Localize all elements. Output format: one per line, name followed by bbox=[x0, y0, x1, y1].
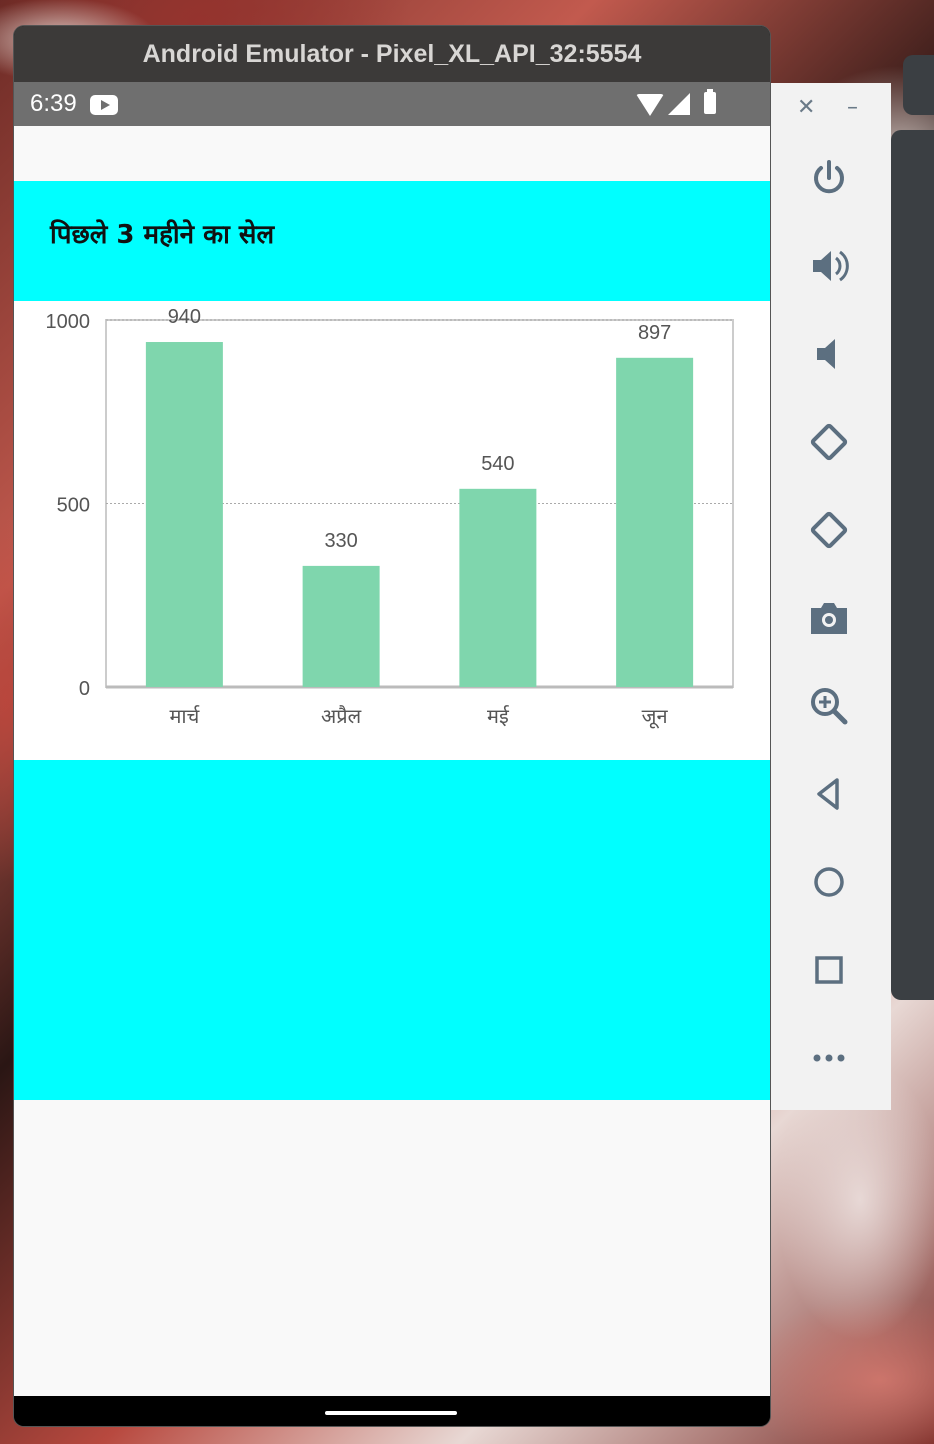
y-tick-label: 500 bbox=[57, 495, 90, 517]
background-window-edge bbox=[903, 55, 934, 115]
zoom-button[interactable] bbox=[801, 678, 857, 734]
emulator-side-toolbar: ✕ – bbox=[771, 83, 891, 1110]
more-button[interactable] bbox=[801, 1030, 857, 1086]
bar bbox=[302, 565, 380, 687]
back-button[interactable] bbox=[801, 766, 857, 822]
app-screen: पिछले 3 महीने का सेल 0 500 1000 940 मार्च 330… bbox=[14, 126, 770, 1396]
data-label: 940 bbox=[168, 306, 201, 328]
bar-chart-svg: 0 500 1000 940 मार्च 330 अप्रैल 540 मई 897 जून bbox=[46, 306, 734, 729]
x-tick-label: जून bbox=[642, 704, 669, 729]
window-title: Android Emulator - Pixel_XL_API_32:5554 bbox=[142, 39, 642, 68]
sales-chart: 0 500 1000 940 मार्च 330 अप्रैल 540 मई 897 जून bbox=[14, 301, 770, 760]
home-gesture-handle[interactable] bbox=[325, 1411, 457, 1415]
back-icon bbox=[817, 778, 839, 810]
home-button[interactable] bbox=[801, 854, 857, 910]
signal-icon bbox=[668, 93, 690, 115]
camera-icon bbox=[811, 603, 847, 634]
x-tick-label: मार्च bbox=[169, 704, 200, 728]
screenshot-button[interactable] bbox=[801, 590, 857, 646]
emulator-window: Android Emulator - Pixel_XL_API_32:5554 … bbox=[14, 26, 770, 1426]
volume-up-icon bbox=[813, 250, 849, 282]
zoom-icon bbox=[811, 688, 848, 725]
more-icon bbox=[813, 1054, 845, 1062]
youtube-icon bbox=[90, 95, 118, 115]
power-icon bbox=[814, 160, 844, 194]
window-title-bar[interactable]: Android Emulator - Pixel_XL_API_32:5554 bbox=[14, 26, 770, 82]
power-button[interactable] bbox=[801, 150, 857, 206]
status-time: 6:39 bbox=[30, 90, 77, 117]
background-window-panel bbox=[891, 130, 934, 1000]
bar bbox=[459, 488, 537, 687]
overview-button[interactable] bbox=[801, 942, 857, 998]
bar bbox=[145, 342, 223, 687]
battery-icon bbox=[704, 89, 716, 114]
volume-down-icon bbox=[817, 339, 835, 369]
x-tick-label: मई bbox=[487, 704, 510, 728]
y-tick-label: 1000 bbox=[46, 311, 91, 333]
rotate-right-icon bbox=[810, 511, 848, 549]
bar bbox=[616, 357, 694, 687]
page-title: पिछले 3 महीने का सेल bbox=[50, 220, 275, 250]
y-tick-label: 0 bbox=[79, 678, 90, 700]
bottom-band bbox=[14, 760, 770, 1100]
rotate-right-button[interactable] bbox=[801, 502, 857, 558]
volume-up-button[interactable] bbox=[801, 238, 857, 294]
data-label: 540 bbox=[481, 453, 514, 475]
status-bar: 6:39 bbox=[14, 82, 770, 126]
data-label: 330 bbox=[324, 530, 357, 552]
rotate-left-icon bbox=[810, 423, 848, 461]
gesture-nav-bar bbox=[14, 1396, 770, 1426]
wifi-icon bbox=[636, 94, 664, 116]
overview-icon bbox=[815, 956, 843, 984]
rotate-left-button[interactable] bbox=[801, 414, 857, 470]
data-label: 897 bbox=[638, 322, 671, 344]
x-tick-label: अप्रैल bbox=[321, 704, 362, 728]
volume-down-button[interactable] bbox=[801, 326, 857, 382]
home-icon bbox=[814, 867, 844, 897]
minimize-icon[interactable]: – bbox=[847, 95, 858, 120]
close-icon[interactable]: ✕ bbox=[797, 95, 815, 120]
header-band: पिछले 3 महीने का सेल bbox=[14, 181, 770, 301]
